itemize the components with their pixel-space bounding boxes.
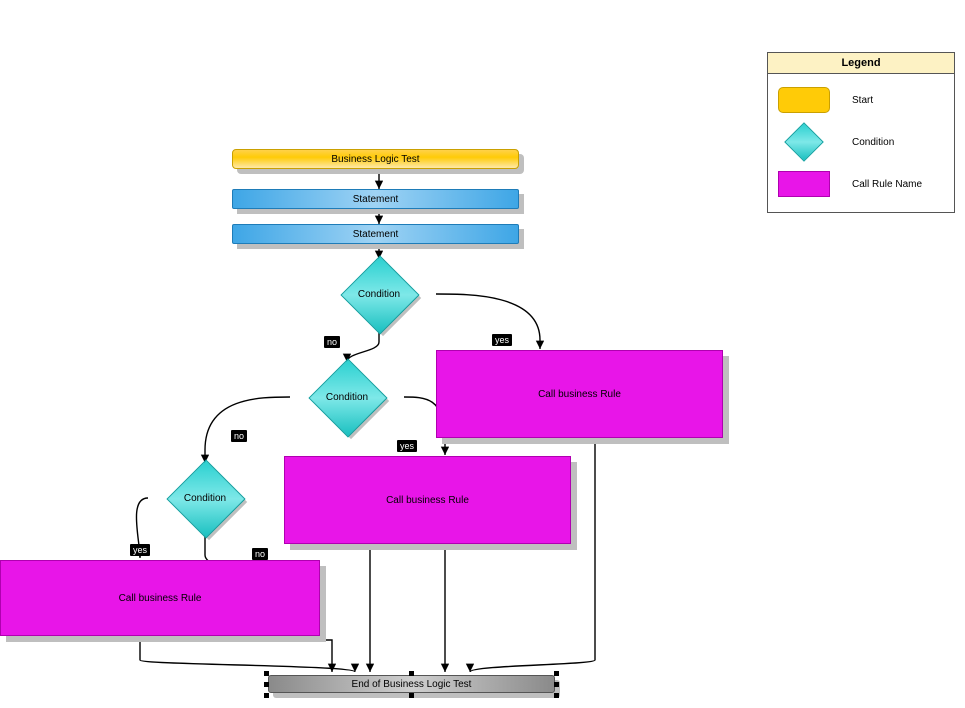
call-rule-node-1[interactable]: Call business Rule xyxy=(436,350,723,438)
call-rule-node-3[interactable]: Call business Rule xyxy=(0,560,320,636)
edge-label-cond2-no: no xyxy=(231,430,247,442)
sel-handle-e[interactable] xyxy=(554,682,559,687)
start-node[interactable]: Business Logic Test xyxy=(232,149,519,169)
edge-label-cond3-no: no xyxy=(252,548,268,560)
start-label: Business Logic Test xyxy=(331,154,419,165)
call2-label: Call business Rule xyxy=(386,495,469,506)
stmt1-label: Statement xyxy=(353,194,399,205)
edge-label-cond1-yes: yes xyxy=(492,334,512,346)
legend-condition-icon xyxy=(784,122,824,162)
legend-call-label: Call Rule Name xyxy=(852,179,922,190)
legend-call-icon xyxy=(778,171,830,197)
diagram-canvas: { "title": "Business Logic Test", "nodes… xyxy=(0,0,965,708)
condition-node-3[interactable]: Condition xyxy=(148,463,262,533)
legend-body: Start Condition Call Rule Name xyxy=(768,74,954,212)
sel-handle-se[interactable] xyxy=(554,693,559,698)
sel-handle-s[interactable] xyxy=(409,693,414,698)
end-label: End of Business Logic Test xyxy=(352,679,472,690)
call3-label: Call business Rule xyxy=(119,593,202,604)
edge-label-cond1-no: no xyxy=(324,336,340,348)
edge-label-cond2-yes: yes xyxy=(397,440,417,452)
sel-handle-nw[interactable] xyxy=(264,671,269,676)
condition-node-1[interactable]: Condition xyxy=(322,259,436,329)
call1-label: Call business Rule xyxy=(538,389,621,400)
edge-label-cond3-yes: yes xyxy=(130,544,150,556)
legend-start-label: Start xyxy=(852,95,873,106)
sel-handle-w[interactable] xyxy=(264,682,269,687)
legend-start-icon xyxy=(778,87,830,113)
legend-row-call: Call Rule Name xyxy=(778,170,944,198)
legend-row-condition: Condition xyxy=(778,128,944,156)
legend-condition-label: Condition xyxy=(852,137,894,148)
statement-node-2[interactable]: Statement xyxy=(232,224,519,244)
condition-node-2[interactable]: Condition xyxy=(290,362,404,432)
sel-handle-ne[interactable] xyxy=(554,671,559,676)
end-node[interactable]: End of Business Logic Test xyxy=(268,675,555,693)
statement-node-1[interactable]: Statement xyxy=(232,189,519,209)
call-rule-node-2[interactable]: Call business Rule xyxy=(284,456,571,544)
sel-handle-n[interactable] xyxy=(409,671,414,676)
stmt2-label: Statement xyxy=(353,229,399,240)
sel-handle-sw[interactable] xyxy=(264,693,269,698)
legend-panel: Legend Start Condition Call Rule Name xyxy=(767,52,955,213)
legend-row-start: Start xyxy=(778,86,944,114)
legend-title: Legend xyxy=(768,53,954,74)
